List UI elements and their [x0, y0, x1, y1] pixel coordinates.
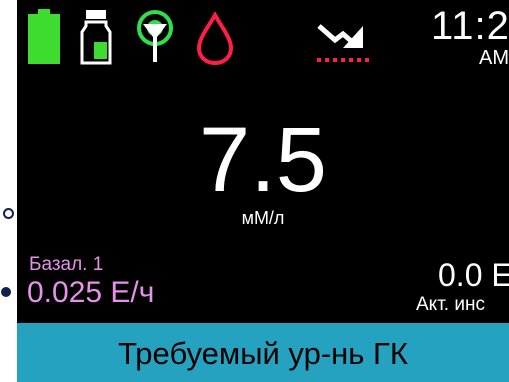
blood-drop-icon[interactable]: [195, 10, 235, 71]
active-insulin-label: Акт. инс: [416, 294, 485, 315]
trend-arrow-icon[interactable]: [313, 18, 373, 69]
sensor-signal-icon[interactable]: [133, 10, 177, 71]
glucose-value: 7.5: [199, 109, 327, 211]
status-bar: 11:23 AM: [17, 0, 509, 72]
basal-pattern-label: Базал. 1: [29, 254, 104, 275]
battery-icon[interactable]: [27, 8, 61, 71]
insulin-reservoir-icon[interactable]: [79, 8, 113, 71]
clock-period: AM: [479, 47, 509, 69]
target-glucose-button[interactable]: Требуемый ур-нь ГК: [17, 323, 509, 382]
left-indicator-ring: [3, 208, 14, 219]
left-indicator-dot: [1, 287, 11, 297]
pump-screen: 11:23 AM 7.5 мМ/л Базал. 1 0.025 Е/ч 0.0…: [17, 0, 509, 382]
clock-time: 11:23: [431, 4, 509, 48]
active-insulin-value: 0.0 Е: [438, 257, 509, 293]
basal-rate-value: 0.025 Е/ч: [27, 276, 155, 309]
glucose-unit: мМ/л: [241, 208, 285, 228]
